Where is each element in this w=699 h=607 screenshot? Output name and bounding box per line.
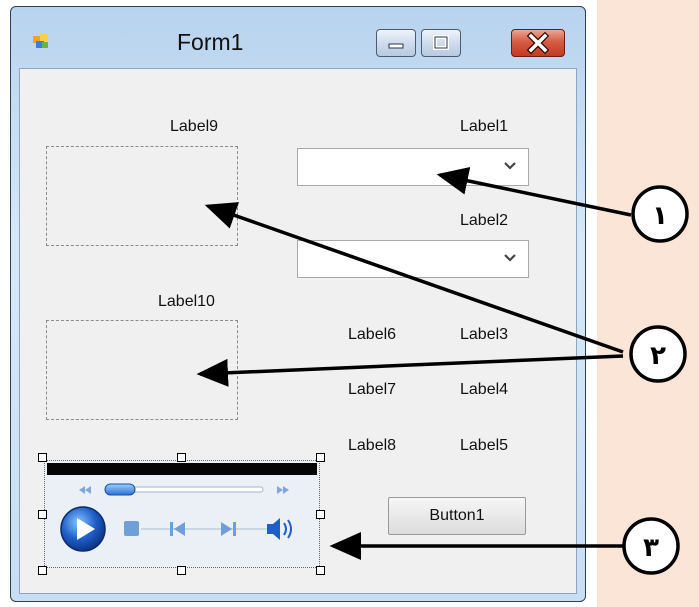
combobox-2[interactable] [297, 240, 529, 278]
stop-icon[interactable] [124, 521, 139, 536]
label6: Label6 [348, 326, 397, 343]
combobox-1[interactable] [297, 148, 529, 186]
volume-icon[interactable] [267, 518, 292, 540]
app-icon [33, 33, 48, 48]
resize-handle[interactable] [316, 566, 325, 575]
player-controls [60, 483, 292, 552]
label4: Label4 [460, 381, 509, 398]
close-icon [526, 31, 550, 55]
label1: Label1 [460, 118, 509, 135]
label5: Label5 [460, 437, 509, 454]
resize-handle[interactable] [316, 453, 325, 462]
seek-bar[interactable] [104, 483, 264, 496]
screenshot: Form1 Label9 Label10 Label1 Label2 Label… [0, 0, 699, 607]
player-video-area [47, 463, 317, 475]
picture-box-bottom[interactable] [46, 320, 238, 420]
label9: Label9 [170, 118, 219, 135]
title-bar[interactable]: Form1 [11, 7, 585, 69]
resize-handle[interactable] [177, 566, 186, 575]
next-icon[interactable] [221, 522, 236, 536]
minimize-button[interactable] [376, 29, 416, 57]
label10: Label10 [158, 293, 215, 310]
previous-icon[interactable] [170, 522, 185, 536]
label3: Label3 [460, 326, 509, 343]
media-player[interactable] [44, 460, 320, 568]
close-button[interactable] [511, 29, 565, 57]
fast-forward-icon[interactable] [277, 486, 289, 494]
maximize-icon [433, 35, 449, 50]
chevron-down-icon [504, 162, 516, 170]
window-title: Form1 [177, 29, 244, 55]
resize-handle[interactable] [316, 510, 325, 519]
label8: Label8 [348, 437, 397, 454]
picture-box-top[interactable] [46, 146, 238, 246]
play-icon[interactable] [60, 506, 106, 552]
minimize-icon [388, 43, 404, 49]
label2: Label2 [460, 212, 509, 229]
annotation-panel [597, 0, 699, 607]
resize-handle[interactable] [38, 510, 47, 519]
rewind-icon[interactable] [79, 486, 91, 494]
resize-handle[interactable] [177, 453, 186, 462]
chevron-down-icon [504, 254, 516, 262]
resize-handle[interactable] [38, 566, 47, 575]
resize-handle[interactable] [38, 453, 47, 462]
button1[interactable]: Button1 [388, 497, 526, 535]
label7: Label7 [348, 381, 397, 398]
maximize-button[interactable] [421, 29, 461, 57]
